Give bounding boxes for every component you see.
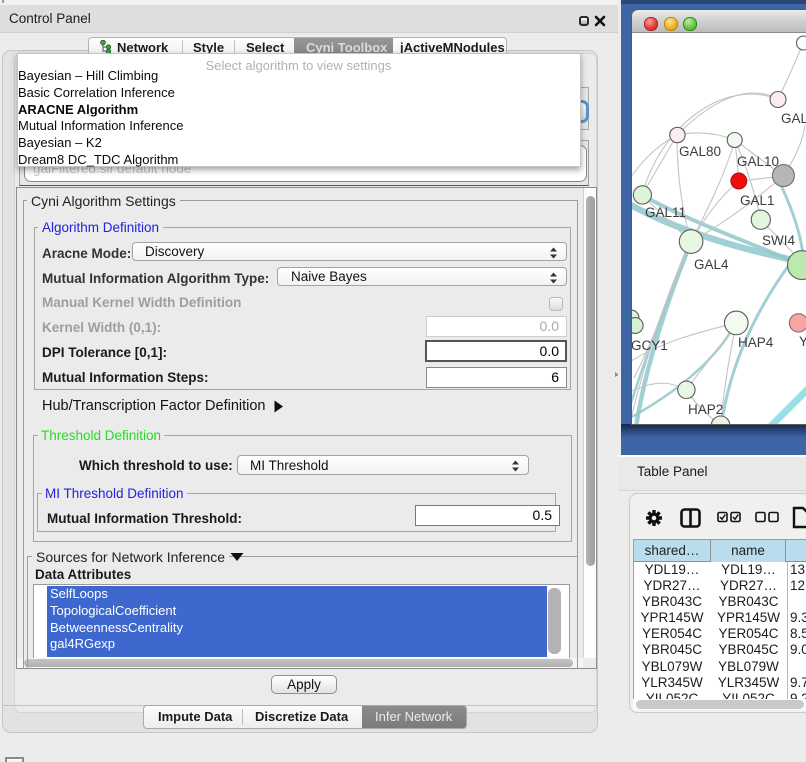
svg-text:GAL80: GAL80 <box>679 144 721 159</box>
svg-text:GAL10: GAL10 <box>737 154 779 169</box>
svg-text:GAL1: GAL1 <box>740 193 775 208</box>
svg-text:Y: Y <box>799 334 806 349</box>
svg-text:GAL4: GAL4 <box>694 257 729 272</box>
svg-text:GCY1: GCY1 <box>632 338 668 353</box>
svg-text:SWI4: SWI4 <box>762 233 795 248</box>
svg-text:GAL11: GAL11 <box>645 205 686 220</box>
svg-text:HAP4: HAP4 <box>738 335 774 350</box>
svg-text:GAL7: GAL7 <box>781 111 806 126</box>
svg-text:HAP2: HAP2 <box>688 402 723 417</box>
